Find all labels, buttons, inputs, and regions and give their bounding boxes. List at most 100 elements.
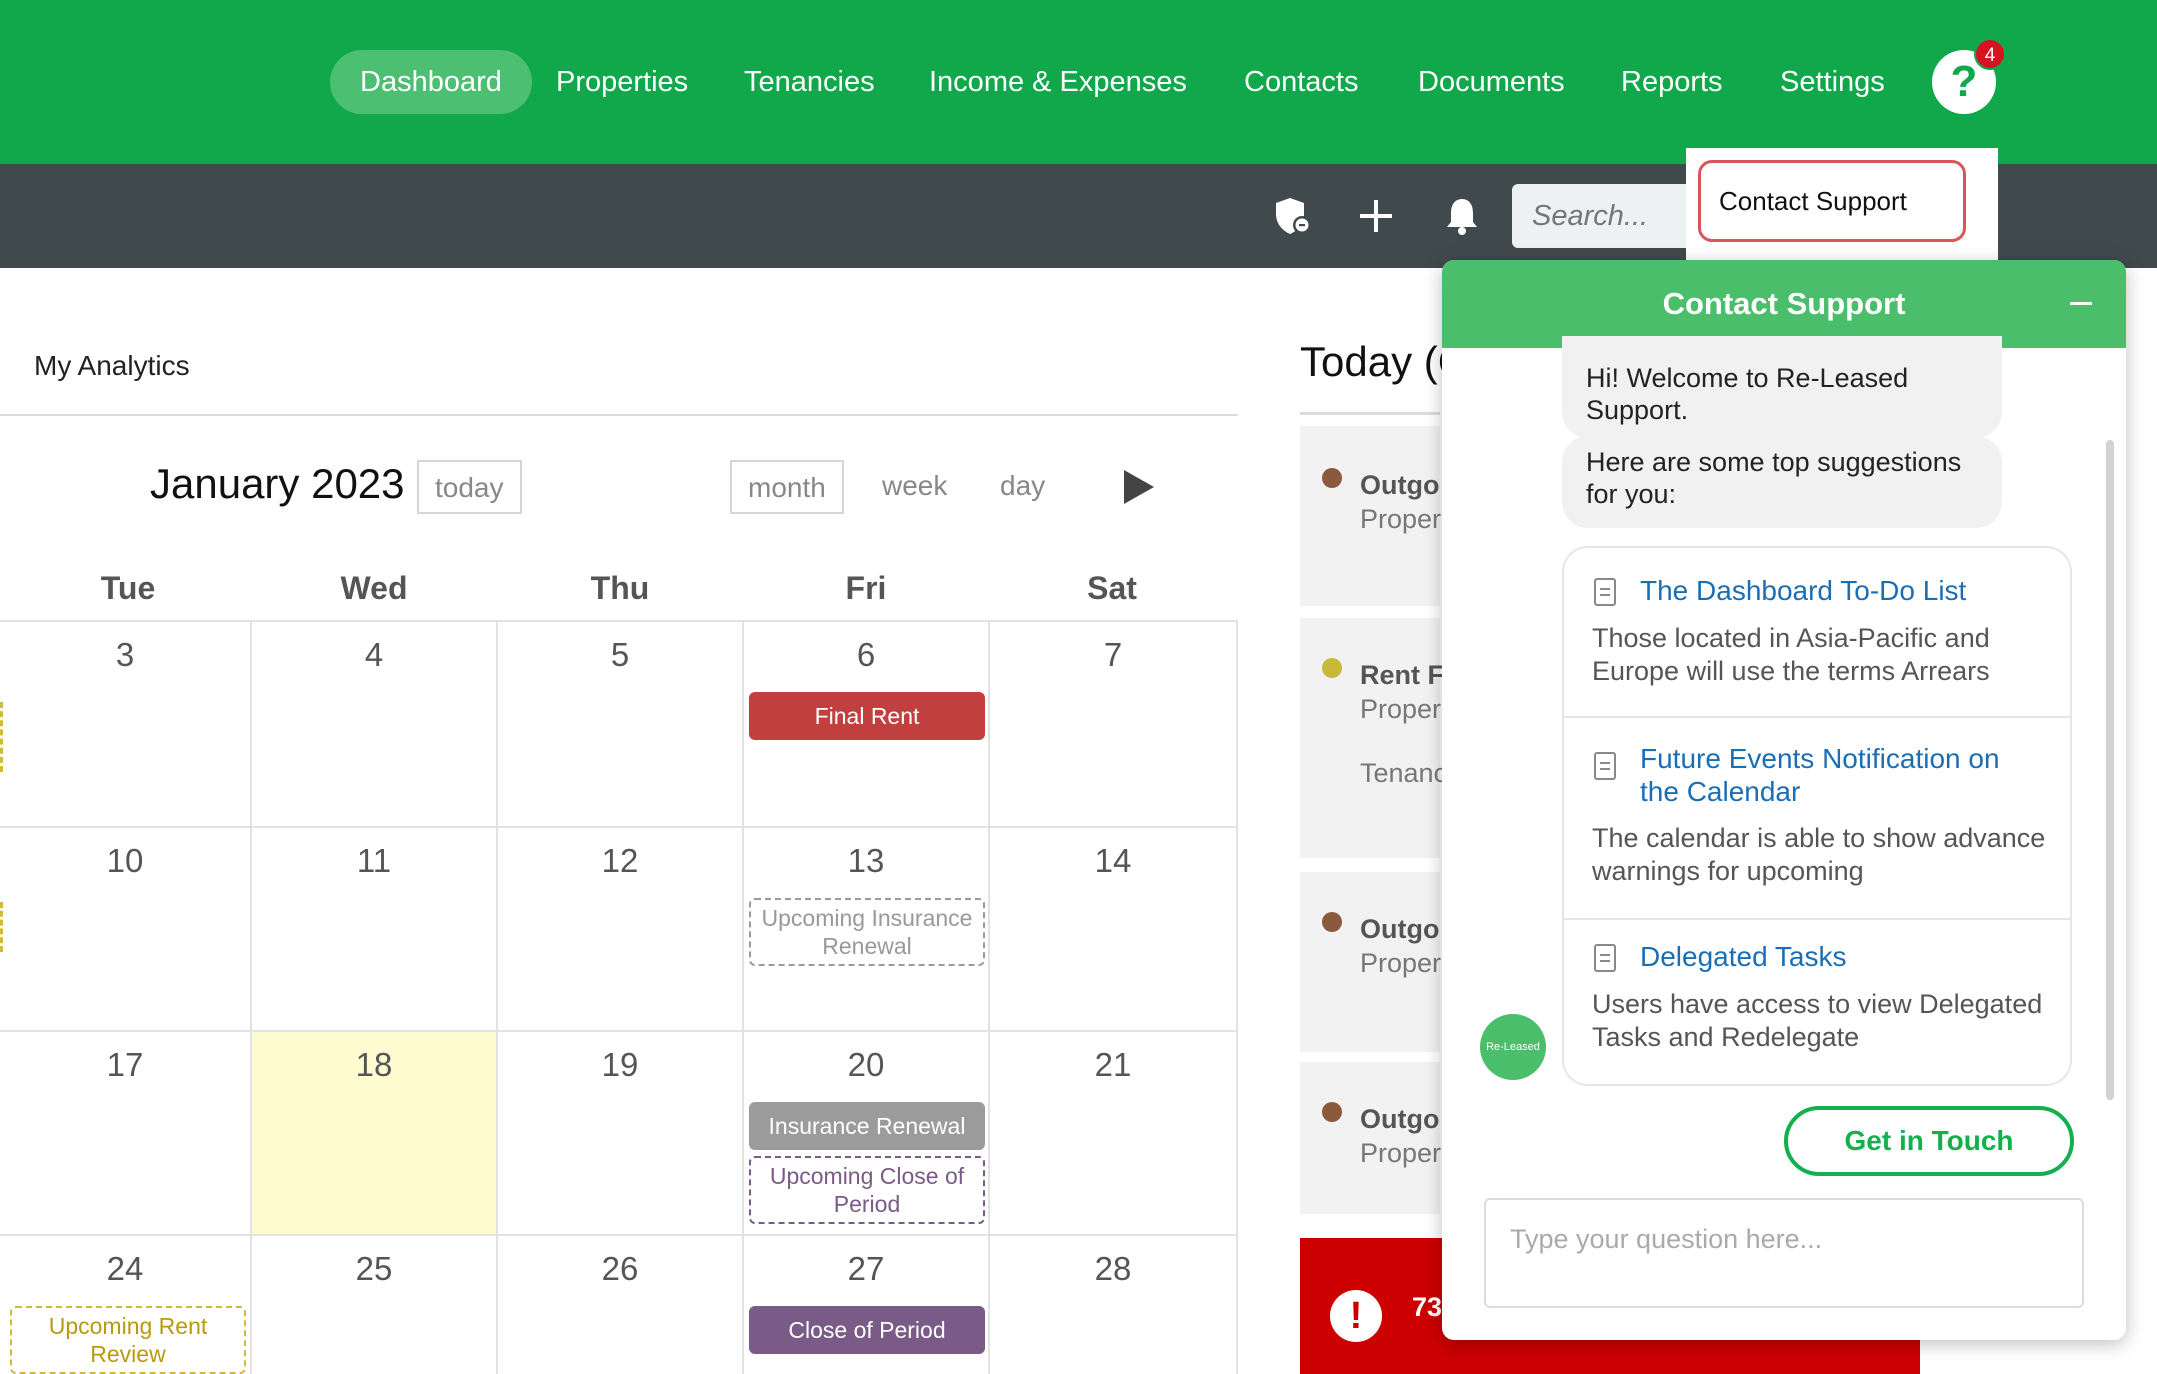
day-number: 3: [115, 636, 135, 673]
calendar-title: January 2023: [150, 460, 405, 507]
weekday-header: Fri: [845, 570, 887, 606]
question-input[interactable]: Type your question here...: [1484, 1198, 2084, 1308]
suggestion-title[interactable]: Delegated Tasks: [1640, 940, 2040, 973]
task-subtitle: Proper: [1360, 694, 1442, 724]
get-in-touch-button[interactable]: Get in Touch: [1784, 1106, 2074, 1176]
day-number: 13: [847, 842, 885, 879]
suggestion-desc: Users have access to view Delegated Task…: [1592, 989, 2043, 1052]
nav-properties[interactable]: Properties: [556, 50, 688, 114]
calendar-day[interactable]: 11: [252, 828, 498, 1032]
avatar: Re-Leased: [1480, 1014, 1546, 1080]
calendar-day[interactable]: 17: [0, 1032, 252, 1236]
event-overflow-marker: [0, 902, 4, 952]
day-number: 5: [610, 636, 630, 673]
task-title: Outgo: [1360, 1104, 1440, 1134]
day-number: 24: [106, 1250, 144, 1287]
nav-tenancies[interactable]: Tenancies: [744, 50, 875, 114]
nav-reports[interactable]: Reports: [1621, 50, 1723, 114]
task-extra: Tenanc: [1360, 758, 1448, 788]
calendar-day[interactable]: 6 Final Rent: [744, 622, 990, 828]
calendar-day[interactable]: 4: [252, 622, 498, 828]
calendar-day[interactable]: 7: [990, 622, 1238, 828]
task-card[interactable]: Outgo Proper: [1300, 426, 1442, 606]
suggestion-desc: Those located in Asia-Pacific and Europe…: [1592, 623, 1990, 686]
today-button[interactable]: today: [417, 460, 522, 514]
suggestion-title[interactable]: The Dashboard To-Do List: [1640, 574, 2040, 607]
top-nav: Dashboard Properties Tenancies Income & …: [0, 0, 2157, 164]
calendar-day[interactable]: 20 Insurance Renewal Upcoming Close of P…: [744, 1032, 990, 1236]
bell-icon[interactable]: [1440, 194, 1484, 238]
nav-settings[interactable]: Settings: [1780, 50, 1885, 114]
suggestions-card: The Dashboard To-Do List Those located i…: [1562, 546, 2072, 1086]
month-view-button[interactable]: month: [730, 460, 844, 514]
day-number: 26: [601, 1250, 639, 1287]
calendar-day[interactable]: 13 Upcoming Insurance Renewal: [744, 828, 990, 1032]
suggestion-item[interactable]: The Dashboard To-Do List Those located i…: [1564, 548, 2070, 716]
day-number: 18: [355, 1046, 393, 1083]
calendar-day[interactable]: 10: [0, 828, 252, 1032]
calendar-day[interactable]: 24 Upcoming Rent Review: [0, 1236, 252, 1374]
task-title: Outgo: [1360, 914, 1440, 944]
search-input[interactable]: [1512, 184, 1692, 248]
suggestion-item[interactable]: Delegated Tasks Users have access to vie…: [1564, 920, 2070, 1084]
chat-header: Contact Support: [1442, 260, 2126, 348]
event-upcoming-close-of-period[interactable]: Upcoming Close of Period: [749, 1156, 985, 1224]
event-upcoming-rent-review[interactable]: Upcoming Rent Review: [10, 1306, 246, 1374]
scrollbar[interactable]: [2106, 440, 2114, 1100]
document-icon: [1594, 578, 1616, 606]
week-view-button[interactable]: week: [866, 460, 963, 514]
day-number: 25: [355, 1250, 393, 1287]
nav-dashboard[interactable]: Dashboard: [330, 50, 532, 114]
contact-support-menu-item[interactable]: Contact Support: [1698, 160, 1966, 242]
document-icon: [1594, 752, 1616, 780]
calendar-day[interactable]: 12: [498, 828, 744, 1032]
day-number: 17: [106, 1046, 144, 1083]
calendar-day[interactable]: 21: [990, 1032, 1238, 1236]
event-close-of-period[interactable]: Close of Period: [749, 1306, 985, 1354]
notification-badge: 4: [1974, 38, 2006, 70]
nav-contacts[interactable]: Contacts: [1244, 50, 1358, 114]
event-overflow-marker: [0, 702, 4, 772]
plus-icon[interactable]: [1354, 194, 1398, 238]
calendar-day[interactable]: 5: [498, 622, 744, 828]
chat-title: Contact Support: [1662, 286, 1906, 321]
event-insurance-renewal[interactable]: Insurance Renewal: [749, 1102, 985, 1150]
day-number: 7: [1103, 636, 1123, 673]
event-final-rent[interactable]: Final Rent: [749, 692, 985, 740]
calendar-day-today[interactable]: 18: [252, 1032, 498, 1236]
minimize-icon[interactable]: [2070, 302, 2092, 305]
nav-documents[interactable]: Documents: [1418, 50, 1565, 114]
day-number: 4: [364, 636, 384, 673]
panel-title: My Analytics: [34, 350, 190, 381]
task-card[interactable]: Rent F Proper Tenanc: [1300, 618, 1447, 858]
next-arrow-icon[interactable]: [1124, 470, 1154, 504]
calendar-day[interactable]: 27 Close of Period: [744, 1236, 990, 1374]
task-card[interactable]: Outgo Proper: [1300, 872, 1442, 1052]
day-number: 20: [847, 1046, 885, 1083]
task-subtitle: Proper: [1360, 504, 1442, 534]
shield-icon[interactable]: [1272, 194, 1316, 238]
calendar-day[interactable]: 14: [990, 828, 1238, 1032]
status-dot: [1322, 1102, 1342, 1122]
task-subtitle: Proper: [1360, 948, 1442, 978]
day-number: 19: [601, 1046, 639, 1083]
suggestion-title[interactable]: Future Events Notification on the Calend…: [1640, 742, 2040, 808]
calendar-day[interactable]: 26: [498, 1236, 744, 1374]
task-title: Rent F: [1360, 660, 1444, 690]
day-view-button[interactable]: day: [984, 460, 1061, 514]
status-dot: [1322, 658, 1342, 678]
status-dot: [1322, 912, 1342, 932]
support-chat-widget: Contact Support Hi! Welcome to Re-Leased…: [1442, 260, 2126, 1340]
calendar-day[interactable]: 3: [0, 622, 252, 828]
alert-text: 73: [1412, 1292, 1443, 1322]
alert-icon: !: [1330, 1290, 1382, 1342]
suggestion-item[interactable]: Future Events Notification on the Calend…: [1564, 718, 2070, 918]
event-upcoming-insurance-renewal[interactable]: Upcoming Insurance Renewal: [749, 898, 985, 966]
day-number: 27: [847, 1250, 885, 1287]
calendar-day[interactable]: 25: [252, 1236, 498, 1374]
task-card[interactable]: Outgo Proper: [1300, 1062, 1441, 1214]
nav-income-expenses[interactable]: Income & Expenses: [929, 50, 1187, 114]
calendar-grid: 3 4 5 6 Final Rent 7 10 11 12 13 Upcomin…: [0, 620, 1238, 1374]
calendar-day[interactable]: 28: [990, 1236, 1238, 1374]
calendar-day[interactable]: 19: [498, 1032, 744, 1236]
